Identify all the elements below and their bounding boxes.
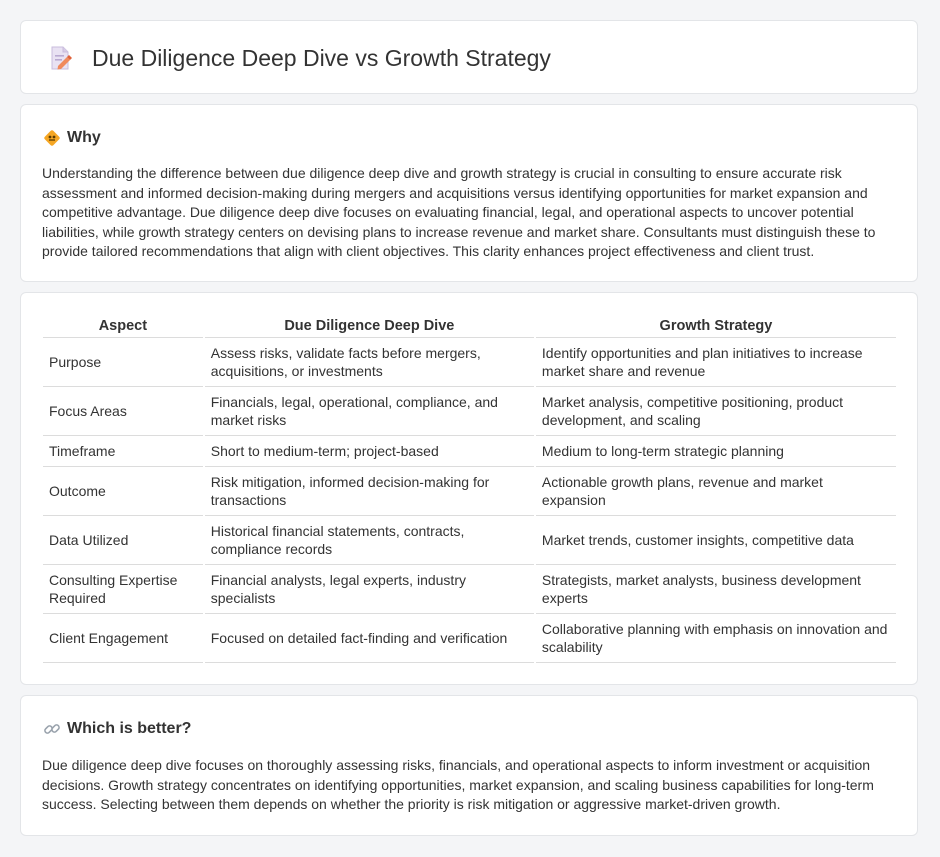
why-heading: Why	[67, 129, 101, 146]
aspect-cell: Consulting Expertise Required	[43, 565, 203, 614]
which-is-better-card: Which is better? Due diligence deep dive…	[20, 695, 918, 836]
due-diligence-cell: Risk mitigation, informed decision-makin…	[204, 467, 534, 516]
growth-strategy-cell: Actionable growth plans, revenue and mar…	[535, 467, 896, 516]
growth-strategy-cell: Market analysis, competitive positioning…	[535, 387, 896, 436]
column-header-aspect: Aspect	[43, 315, 203, 338]
due-diligence-cell: Financial analysts, legal experts, indus…	[204, 565, 534, 614]
due-diligence-cell: Focused on detailed fact-finding and ver…	[204, 614, 534, 663]
which-is-better-text: Due diligence deep dive focuses on thoro…	[42, 757, 874, 812]
column-header-growth-strategy: Growth Strategy	[535, 315, 896, 338]
document-pen-icon	[51, 46, 72, 70]
growth-strategy-cell: Identify opportunities and plan initiati…	[535, 338, 896, 387]
table-row: Focus Areas Financials, legal, operation…	[43, 387, 896, 436]
growth-strategy-cell: Collaborative planning with emphasis on …	[535, 614, 896, 663]
due-diligence-cell: Assess risks, validate facts before merg…	[204, 338, 534, 387]
column-header-due-diligence: Due Diligence Deep Dive	[204, 315, 534, 338]
title-card: Due Diligence Deep Dive vs Growth Strate…	[20, 20, 918, 94]
link-icon	[44, 724, 60, 734]
table-row: Outcome Risk mitigation, informed decisi…	[43, 467, 896, 516]
aspect-cell: Purpose	[43, 338, 203, 387]
growth-strategy-cell: Market trends, customer insights, compet…	[535, 516, 896, 565]
diamond-sign-icon	[44, 130, 60, 146]
table-row: Client Engagement Focused on detailed fa…	[43, 614, 896, 663]
aspect-cell: Client Engagement	[43, 614, 203, 663]
due-diligence-cell: Short to medium-term; project-based	[204, 436, 534, 467]
table-row: Consulting Expertise Required Financial …	[43, 565, 896, 614]
table-row: Purpose Assess risks, validate facts bef…	[43, 338, 896, 387]
table-row: Data Utilized Historical financial state…	[43, 516, 896, 565]
comparison-table: Aspect Due Diligence Deep Dive Growth St…	[41, 315, 898, 663]
due-diligence-cell: Historical financial statements, contrac…	[204, 516, 534, 565]
which-is-better-heading: Which is better?	[67, 720, 192, 737]
table-row: Timeframe Short to medium-term; project-…	[43, 436, 896, 467]
aspect-cell: Data Utilized	[43, 516, 203, 565]
due-diligence-cell: Financials, legal, operational, complian…	[204, 387, 534, 436]
table-header-row: Aspect Due Diligence Deep Dive Growth St…	[43, 315, 896, 338]
aspect-cell: Timeframe	[43, 436, 203, 467]
aspect-cell: Focus Areas	[43, 387, 203, 436]
growth-strategy-cell: Medium to long-term strategic planning	[535, 436, 896, 467]
comparison-card: Aspect Due Diligence Deep Dive Growth St…	[20, 292, 918, 685]
aspect-cell: Outcome	[43, 467, 203, 516]
why-card: Why Understanding the difference between…	[20, 104, 918, 282]
why-text: Understanding the difference between due…	[42, 165, 876, 259]
growth-strategy-cell: Strategists, market analysts, business d…	[535, 565, 896, 614]
page-title: Due Diligence Deep Dive vs Growth Strate…	[92, 45, 551, 71]
